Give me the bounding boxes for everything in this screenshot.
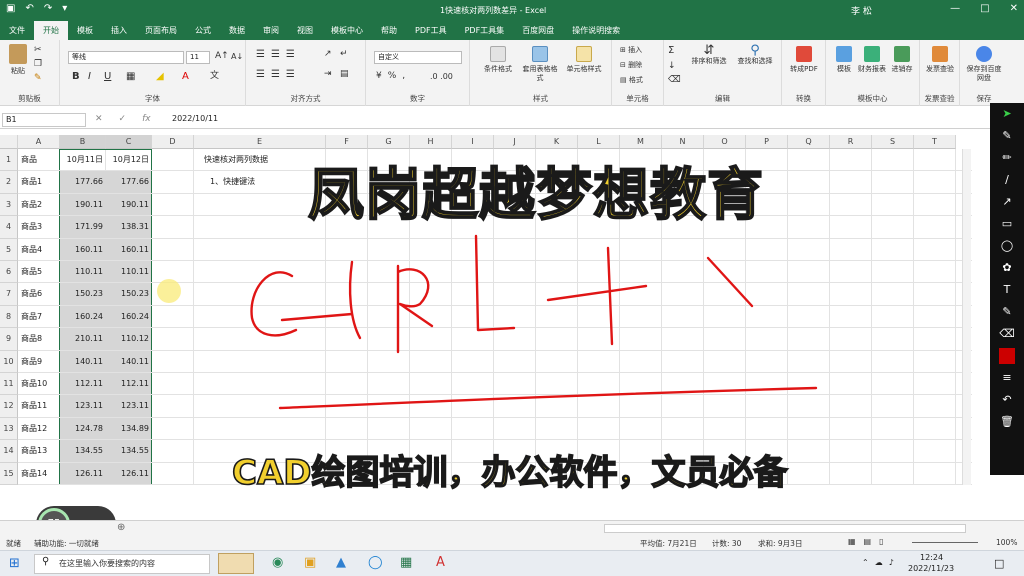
search-icon: ⚲ — [42, 556, 50, 567]
excel-taskbar-icon[interactable]: ▦ — [400, 555, 412, 570]
ink-letter-t — [280, 260, 362, 340]
ink-plus — [546, 246, 648, 346]
add-sheet-icon[interactable]: ⊕ — [117, 522, 125, 533]
pointer-icon[interactable]: ➤ — [990, 103, 1024, 125]
text-icon[interactable]: T — [990, 279, 1024, 301]
trash-icon[interactable]: 🗑 — [990, 411, 1024, 433]
notification-icon[interactable]: □ — [994, 557, 1004, 570]
zoom-slider[interactable] — [912, 542, 978, 543]
shapes-icon[interactable]: ✿ — [990, 257, 1024, 279]
app-camera-icon[interactable]: ◉ — [272, 555, 283, 570]
zoom-level[interactable]: 100% — [996, 538, 1017, 547]
drawing-toolbar: ➤ ✎ ✏ ∕ ↗ ▭ ◯ ✿ T ✎ ⌫ ≡ ↶ 🗑 — [990, 103, 1024, 475]
line-width-icon[interactable]: ≡ — [990, 367, 1024, 389]
file-explorer-icon[interactable]: ▣ — [304, 555, 316, 570]
eraser-icon[interactable]: ⌫ — [990, 323, 1024, 345]
count-status: 计数: 30 — [712, 539, 742, 548]
overlay-subtitle: CAD绘图培训，办公软件，文员必备 — [231, 452, 788, 494]
horizontal-scrollbar[interactable] — [604, 524, 966, 533]
average-status: 平均值: 7月21日 — [640, 539, 697, 548]
ink-letter-l — [474, 234, 516, 332]
marker-icon[interactable]: ✏ — [990, 147, 1024, 169]
acrobat-icon[interactable]: A — [436, 555, 445, 570]
system-tray-icons[interactable]: ⌃☁♪ — [862, 558, 900, 567]
view-mode-icons[interactable]: ▦▤▯ — [848, 537, 892, 546]
sum-status: 求和: 9月3日 — [758, 539, 803, 548]
pen-icon[interactable]: ✎ — [990, 125, 1024, 147]
highlighter-icon[interactable]: ✎ — [990, 301, 1024, 323]
app-store-icon[interactable]: ▲ — [336, 555, 346, 570]
ellipse-icon[interactable]: ◯ — [990, 235, 1024, 257]
ink-letter-r — [396, 264, 434, 354]
clock-date[interactable]: 2022/11/23 — [908, 564, 954, 573]
line-icon[interactable]: ∕ — [990, 169, 1024, 191]
ink-stroke — [706, 256, 754, 308]
ready-status: 就绪 — [6, 539, 21, 548]
color-swatch[interactable] — [990, 345, 1024, 367]
ink-underline — [278, 386, 818, 410]
rectangle-icon[interactable]: ▭ — [990, 213, 1024, 235]
overlay-title: 凤岗超越梦想教育 — [307, 162, 764, 229]
taskbar-search-input[interactable]: 在这里输入你要搜索的内容 — [34, 554, 210, 574]
sheet-tab-bar: ⊕ — [0, 520, 1024, 536]
clock-time[interactable]: 12:24 — [920, 553, 943, 562]
arrow-icon[interactable]: ↗ — [990, 191, 1024, 213]
windows-taskbar: ⊞ 在这里输入你要搜索的内容 ⚲ ◉ ▣ ▲ ◯ ▦ A ⌃☁♪ 12:24 2… — [0, 550, 1024, 576]
edge-browser-icon[interactable]: ◯ — [368, 555, 383, 570]
cortana-widget[interactable] — [218, 553, 254, 574]
accessibility-status[interactable]: 辅助功能: 一切就绪 — [34, 538, 99, 549]
windows-start-icon[interactable]: ⊞ — [9, 556, 20, 571]
ink-letter-c — [250, 271, 298, 337]
undo-drawing-icon[interactable]: ↶ — [990, 389, 1024, 411]
status-bar: 就绪 辅助功能: 一切就绪 平均值: 7月21日 计数: 30 求和: 9月3日… — [0, 536, 1024, 550]
